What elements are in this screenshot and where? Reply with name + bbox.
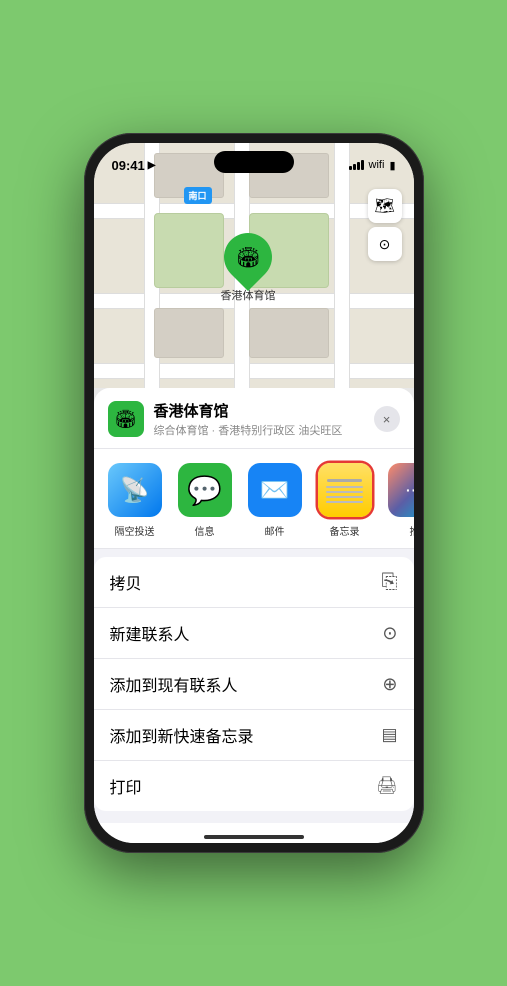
share-sheet: 🏟 香港体育馆 综合体育馆 · 香港特别行政区 油尖旺区 × 📡 隔空投送 [94,388,414,823]
share-item-more[interactable]: ··· 推 [384,463,414,538]
status-icons: wifi ▮ [349,159,396,172]
share-apps-row: 📡 隔空投送 💬 信息 ✉️ 邮件 [94,449,414,549]
exit-label: 南口 [184,187,212,204]
home-bar [204,835,304,839]
wifi-icon: wifi [369,159,385,171]
more-icon: ··· [388,463,414,517]
action-new-contact[interactable]: 新建联系人 ⊙ [94,608,414,659]
phone-screen: 09:41 ▶ wifi ▮ [94,143,414,843]
action-copy[interactable]: 拷贝 ⎘ [94,557,414,608]
messages-label: 信息 [195,523,215,538]
dynamic-island [214,151,294,173]
notes-label: 备忘录 [330,523,360,538]
signal-bars [349,160,364,170]
share-item-airdrop[interactable]: 📡 隔空投送 [104,463,166,538]
battery-icon: ▮ [389,159,395,172]
copy-icon: ⎘ [382,571,398,594]
action-print[interactable]: 打印 🖨 [94,761,414,811]
location-button[interactable]: ⊙ [368,227,402,261]
phone-frame: 09:41 ▶ wifi ▮ [84,133,424,853]
add-contact-icon: ⊕ [382,674,397,695]
green-area [154,213,224,288]
share-item-mail[interactable]: ✉️ 邮件 [244,463,306,538]
action-add-quick-note-label: 添加到新快速备忘录 [110,723,254,747]
pin-circle: 🏟 [214,223,282,291]
print-icon: 🖨 [376,776,398,796]
close-button[interactable]: × [374,406,400,432]
share-item-messages[interactable]: 💬 信息 [174,463,236,538]
status-time: 09:41 [112,158,145,173]
location-pin: 🏟 香港体育馆 [221,233,276,303]
more-label: 推 [410,523,414,538]
venue-thumbnail: 🏟 [108,401,144,437]
venue-description: 综合体育馆 · 香港特别行政区 油尖旺区 [154,422,364,438]
action-list: 拷贝 ⎘ 新建联系人 ⊙ 添加到现有联系人 ⊕ 添加到新快速备忘录 ▤ [94,557,414,811]
action-new-contact-label: 新建联系人 [110,621,190,645]
mail-icon: ✉️ [248,463,302,517]
map-type-button[interactable]: 🗺 [368,189,402,223]
action-add-quick-note[interactable]: 添加到新快速备忘录 ▤ [94,710,414,761]
messages-icon: 💬 [178,463,232,517]
map-controls: 🗺 ⊙ [368,189,402,261]
venue-icon: 🏟 [235,245,260,270]
road [334,143,350,388]
venue-name: 香港体育馆 [154,400,364,421]
airdrop-icon: 📡 [108,463,162,517]
action-add-existing-label: 添加到现有联系人 [110,672,238,696]
map-area: 南口 🏟 香港体育馆 🗺 ⊙ [94,143,414,388]
share-item-notes[interactable]: 备忘录 [314,463,376,538]
home-indicator [94,823,414,843]
road [94,363,414,379]
action-add-existing-contact[interactable]: 添加到现有联系人 ⊕ [94,659,414,710]
venue-header: 🏟 香港体育馆 综合体育馆 · 香港特别行政区 油尖旺区 × [94,388,414,449]
notes-icon [318,463,372,517]
venue-info: 香港体育馆 综合体育馆 · 香港特别行政区 油尖旺区 [154,400,364,438]
new-contact-icon: ⊙ [382,623,397,644]
airdrop-label: 隔空投送 [115,523,155,538]
building-block [154,308,224,358]
action-copy-label: 拷贝 [110,570,142,594]
quick-note-icon: ▤ [381,725,397,745]
location-icon: ▶ [148,160,156,171]
building-block [249,308,329,358]
action-print-label: 打印 [110,774,142,798]
mail-label: 邮件 [265,523,285,538]
